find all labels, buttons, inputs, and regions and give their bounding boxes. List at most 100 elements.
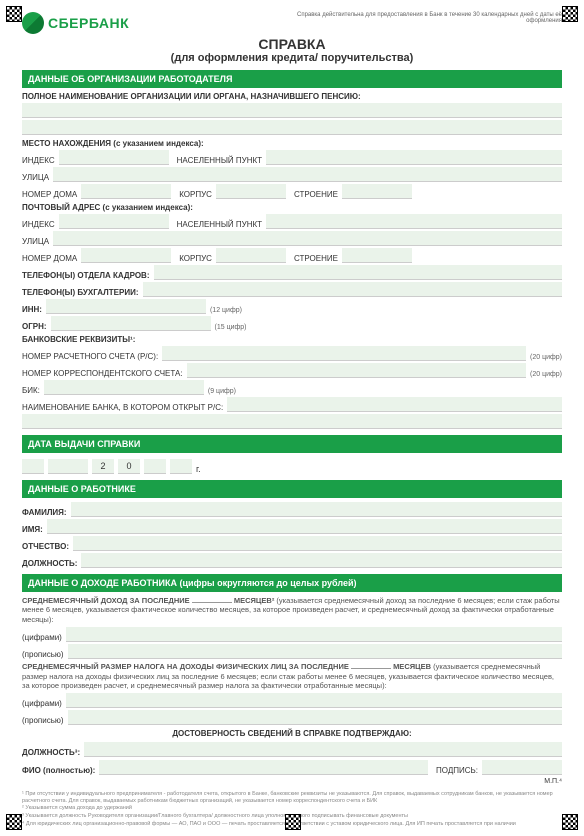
year-suffix: г. bbox=[196, 464, 201, 474]
field-bik[interactable] bbox=[44, 380, 204, 395]
field-bankname-2[interactable] bbox=[22, 414, 562, 429]
hint-inn: (12 цифр) bbox=[206, 307, 242, 314]
label-index: ИНДЕКС bbox=[22, 156, 59, 165]
field-ogrn[interactable] bbox=[51, 316, 211, 331]
field-sign-fio[interactable] bbox=[99, 760, 428, 775]
field-tel-acc[interactable] bbox=[143, 282, 563, 297]
field-phouse[interactable] bbox=[81, 248, 171, 263]
label-otch: ОТЧЕСТВО: bbox=[22, 542, 73, 551]
income-block: СРЕДНЕМЕСЯЧНЫЙ ДОХОД ЗА ПОСЛЕДНИЕ МЕСЯЦЕ… bbox=[22, 596, 562, 624]
label-tel-acc: ТЕЛЕФОН(Ы) БУХГАЛТЕРИИ: bbox=[22, 288, 143, 297]
label-index-2: ИНДЕКС bbox=[22, 220, 59, 229]
section-date: ДАТА ВЫДАЧИ СПРАВКИ bbox=[22, 435, 562, 453]
stamp-label: М.П.⁴ bbox=[22, 778, 562, 785]
label-ks: НОМЕР КОРРЕСПОНДЕНТСКОГО СЧЕТА: bbox=[22, 369, 187, 378]
field-rs[interactable] bbox=[162, 346, 526, 361]
qr-corner bbox=[6, 6, 22, 22]
label-street-2: УЛИЦА bbox=[22, 237, 53, 246]
logo-text: СБЕРБАНК bbox=[48, 15, 129, 31]
qr-corner bbox=[6, 814, 22, 830]
label-fio-sign: ФИО (полностью): bbox=[22, 766, 99, 775]
year-2: 2 bbox=[92, 459, 114, 474]
label-stroenie: СТРОЕНИЕ bbox=[294, 190, 342, 199]
tax-block: СРЕДНЕМЕСЯЧНЫЙ РАЗМЕР НАЛОГА НА ДОХОДЫ Ф… bbox=[22, 662, 562, 690]
confirm-heading: ДОСТОВЕРНОСТЬ СВЕДЕНИЙ В СПРАВКЕ ПОДТВЕР… bbox=[22, 729, 562, 738]
label-postal: ПОЧТОВЫЙ АДРЕС (с указанием индекса): bbox=[22, 203, 562, 212]
year-0: 0 bbox=[118, 459, 140, 474]
label-cifr: (цифрами) bbox=[22, 633, 66, 642]
field-tax-num[interactable] bbox=[66, 693, 562, 708]
label-house-2: НОМЕР ДОМА bbox=[22, 254, 81, 263]
field-fullname-2[interactable] bbox=[22, 120, 562, 135]
hint-ogrn: (15 цифр) bbox=[211, 324, 247, 331]
label-city: НАСЕЛЕННЫЙ ПУНКТ bbox=[177, 156, 266, 165]
field-tel-hr[interactable] bbox=[154, 265, 563, 280]
field-city[interactable] bbox=[266, 150, 562, 165]
label-location: МЕСТО НАХОЖДЕНИЯ (с указанием индекса): bbox=[22, 139, 562, 148]
field-pstreet[interactable] bbox=[53, 231, 562, 246]
label-inn: ИНН: bbox=[22, 305, 46, 314]
validity-note: Справка действительна для предоставления… bbox=[282, 12, 562, 24]
field-stroenie[interactable] bbox=[342, 184, 412, 199]
field-imya[interactable] bbox=[47, 519, 562, 534]
label-fam: ФАМИЛИЯ: bbox=[22, 508, 71, 517]
field-month[interactable] bbox=[48, 459, 88, 474]
field-income-txt[interactable] bbox=[68, 644, 562, 659]
doc-title: СПРАВКА bbox=[22, 36, 562, 52]
hint-ks: (20 цифр) bbox=[526, 371, 562, 378]
field-inn[interactable] bbox=[46, 299, 206, 314]
field-year-3[interactable] bbox=[144, 459, 166, 474]
label-fullname: ПОЛНОЕ НАИМЕНОВАНИЕ ОРГАНИЗАЦИИ ИЛИ ОРГА… bbox=[22, 92, 562, 101]
field-pstroenie[interactable] bbox=[342, 248, 412, 263]
field-pkorpus[interactable] bbox=[216, 248, 286, 263]
label-stroenie-2: СТРОЕНИЕ bbox=[294, 254, 342, 263]
field-index[interactable] bbox=[59, 150, 169, 165]
field-pindex[interactable] bbox=[59, 214, 169, 229]
label-korpus-2: КОРПУС bbox=[179, 254, 216, 263]
qr-corner bbox=[285, 814, 301, 830]
label-street: УЛИЦА bbox=[22, 173, 53, 182]
label-bank-req: БАНКОВСКИЕ РЕКВИЗИТЫ¹: bbox=[22, 335, 562, 344]
field-fam[interactable] bbox=[71, 502, 562, 517]
label-prop: (прописью) bbox=[22, 650, 68, 659]
label-dol: ДОЛЖНОСТЬ: bbox=[22, 559, 81, 568]
logo: СБЕРБАНК bbox=[22, 12, 129, 34]
field-sign-dol[interactable] bbox=[84, 742, 562, 757]
field-house[interactable] bbox=[81, 184, 171, 199]
field-income-num[interactable] bbox=[66, 627, 562, 642]
qr-corner bbox=[562, 6, 578, 22]
field-day[interactable] bbox=[22, 459, 44, 474]
label-city-2: НАСЕЛЕННЫЙ ПУНКТ bbox=[177, 220, 266, 229]
field-dol[interactable] bbox=[81, 553, 562, 568]
label-tel-hr: ТЕЛЕФОН(Ы) ОТДЕЛА КАДРОВ: bbox=[22, 271, 154, 280]
field-signature[interactable] bbox=[482, 760, 562, 775]
hint-rs: (20 цифр) bbox=[526, 354, 562, 361]
label-dol-sign: ДОЛЖНОСТЬ³: bbox=[22, 748, 84, 757]
label-bankname: НАИМЕНОВАНИЕ БАНКА, В КОТОРОМ ОТКРЫТ Р/С… bbox=[22, 403, 227, 412]
hint-bik: (9 цифр) bbox=[204, 388, 236, 395]
label-rs: НОМЕР РАСЧЕТНОГО СЧЕТА (Р/С): bbox=[22, 352, 162, 361]
field-ks[interactable] bbox=[187, 363, 526, 378]
section-employer: ДАННЫЕ ОБ ОРГАНИЗАЦИИ РАБОТОДАТЕЛЯ bbox=[22, 70, 562, 88]
sberbank-icon bbox=[22, 12, 44, 34]
label-ogrn: ОГРН: bbox=[22, 322, 51, 331]
field-bankname[interactable] bbox=[227, 397, 562, 412]
field-fullname[interactable] bbox=[22, 103, 562, 118]
field-street[interactable] bbox=[53, 167, 562, 182]
field-otch[interactable] bbox=[73, 536, 562, 551]
label-sign: ПОДПИСЬ: bbox=[436, 766, 482, 775]
label-bik: БИК: bbox=[22, 386, 44, 395]
field-tax-txt[interactable] bbox=[68, 710, 562, 725]
label-cifr-2: (цифрами) bbox=[22, 699, 66, 708]
label-house: НОМЕР ДОМА bbox=[22, 190, 81, 199]
label-korpus: КОРПУС bbox=[179, 190, 216, 199]
doc-subtitle: (для оформления кредита/ поручительства) bbox=[22, 52, 562, 64]
qr-corner bbox=[562, 814, 578, 830]
field-korpus[interactable] bbox=[216, 184, 286, 199]
label-prop-2: (прописью) bbox=[22, 716, 68, 725]
label-imya: ИМЯ: bbox=[22, 525, 47, 534]
field-pcity[interactable] bbox=[266, 214, 562, 229]
field-year-4[interactable] bbox=[170, 459, 192, 474]
section-employee: ДАННЫЕ О РАБОТНИКЕ bbox=[22, 480, 562, 498]
section-income: ДАННЫЕ О ДОХОДЕ РАБОТНИКА (цифры округля… bbox=[22, 574, 562, 592]
